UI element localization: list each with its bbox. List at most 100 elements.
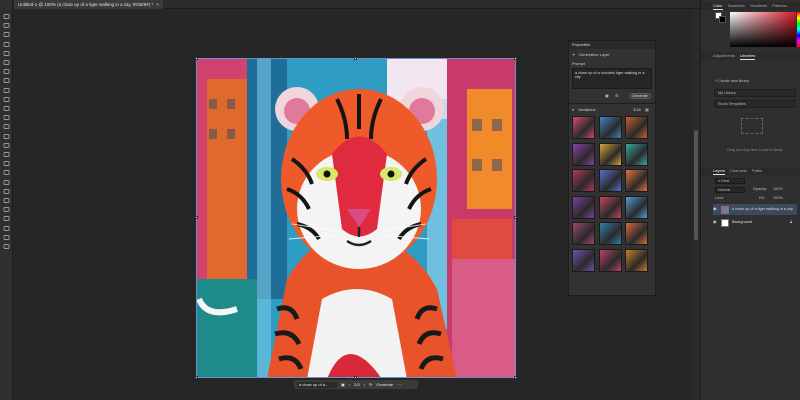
tab-adjustments[interactable]: Adjustments	[713, 52, 735, 60]
transform-handle-bottom-left[interactable]	[195, 376, 198, 379]
generated-tiger-image[interactable]	[196, 58, 516, 378]
background-color-swatch[interactable]	[719, 16, 726, 23]
tab-patterns[interactable]: Patterns	[772, 2, 787, 10]
visibility-eye-icon[interactable]: ◉	[713, 217, 716, 228]
properties-generate-button[interactable]: Generate	[629, 93, 651, 99]
variation-thumbnail[interactable]	[572, 195, 595, 219]
transform-handle-left[interactable]	[195, 216, 198, 219]
transform-handle-bottom[interactable]	[354, 376, 357, 379]
variation-thumbnail[interactable]	[598, 116, 622, 139]
variation-thumbnail[interactable]	[572, 169, 595, 192]
library-item-my-library[interactable]: My Library	[714, 89, 796, 97]
clone-tool-icon[interactable]	[3, 106, 10, 111]
chevron-left-icon[interactable]: ‹	[349, 382, 350, 387]
variation-thumbnail[interactable]	[598, 195, 622, 219]
tab-libraries[interactable]: Libraries	[740, 52, 756, 60]
create-library-button[interactable]: + Create new library	[715, 79, 749, 83]
variation-thumbnail[interactable]	[598, 222, 622, 245]
document-tab[interactable]: Untitled-1 @ 100% (a close up of a tiger…	[14, 0, 163, 9]
crop-tool-icon[interactable]	[3, 60, 10, 65]
lasso-tool-icon[interactable]	[3, 41, 10, 47]
variation-thumbnail[interactable]	[598, 248, 622, 272]
variations-label: Variations	[578, 107, 596, 112]
healing-tool-icon[interactable]	[3, 87, 10, 93]
generative-layer-icon: ✦	[572, 53, 576, 57]
task-prompt-input[interactable]: a close up of a...	[297, 381, 337, 388]
prompt-textarea[interactable]: a close up of a colourful tiger walking …	[572, 68, 652, 89]
transform-handle-bottom-right[interactable]	[514, 376, 517, 379]
tiger-artwork	[197, 59, 515, 377]
dodge-tool-icon[interactable]	[3, 152, 10, 157]
variation-thumbnail[interactable]	[625, 116, 648, 139]
fill-field[interactable]: 100%	[773, 196, 783, 200]
tab-color[interactable]: Color	[713, 2, 723, 10]
image-icon[interactable]: ▣	[605, 93, 609, 98]
eyedropper-tool-icon[interactable]	[3, 78, 10, 84]
layer-name[interactable]: Background	[732, 217, 752, 228]
variation-thumbnail[interactable]	[625, 142, 648, 166]
more-options-icon[interactable]: ···	[397, 382, 401, 387]
hand-tool-icon[interactable]	[3, 198, 10, 203]
layer-filter-select[interactable]: ⌕ Kind	[715, 178, 745, 184]
move-tool-icon[interactable]	[3, 14, 10, 19]
screen-mode-tool-icon[interactable]	[3, 244, 10, 249]
type-tool-icon[interactable]	[3, 170, 10, 176]
scrollbar-thumb[interactable]	[694, 130, 698, 240]
variation-thumbnail[interactable]	[598, 169, 622, 192]
variation-thumbnail[interactable]	[625, 169, 648, 192]
more-tool-icon[interactable]	[3, 216, 10, 222]
variation-thumbnail[interactable]	[598, 142, 622, 166]
blend-mode-select[interactable]: Normal	[715, 187, 745, 193]
settings-icon[interactable]: ⚙	[615, 93, 618, 98]
transform-handle-top-right[interactable]	[514, 57, 517, 60]
variation-thumbnail[interactable]	[572, 222, 595, 245]
tab-channels[interactable]: Channels	[730, 167, 747, 175]
zoom-tool-icon[interactable]	[3, 207, 10, 213]
quick-mask-tool-icon[interactable]	[3, 234, 10, 240]
eraser-tool-icon[interactable]	[3, 124, 10, 130]
blur-tool-icon[interactable]	[3, 142, 10, 148]
opacity-field[interactable]: 100%	[773, 187, 783, 191]
properties-title: Properties	[569, 41, 655, 49]
color-picker-field[interactable]	[730, 12, 796, 47]
canvas-scrollbar[interactable]	[693, 10, 699, 400]
history-brush-tool-icon[interactable]	[3, 115, 10, 121]
pen-tool-icon[interactable]	[3, 161, 10, 167]
fg-bg-colors-tool-icon[interactable]	[3, 225, 10, 231]
marquee-tool-icon[interactable]	[3, 32, 10, 38]
library-item-stock-templates[interactable]: Stock Templates	[714, 100, 796, 108]
tab-paths[interactable]: Paths	[752, 167, 762, 175]
variation-thumbnail[interactable]	[625, 222, 648, 245]
taskbar-generate-button[interactable]: Generate	[376, 382, 393, 387]
object-select-tool-icon[interactable]	[3, 50, 10, 56]
chevron-right-icon[interactable]: ›	[364, 382, 365, 387]
variation-thumbnail[interactable]	[572, 248, 595, 272]
variations-grid	[572, 116, 652, 296]
image-icon[interactable]: ▣	[341, 382, 345, 387]
variation-thumbnail[interactable]	[572, 142, 595, 166]
path-select-tool-icon[interactable]	[3, 179, 10, 185]
transform-handle-top[interactable]	[354, 57, 357, 60]
rectangle-tool-icon[interactable]	[3, 188, 10, 194]
artboard-tool-icon[interactable]	[3, 23, 10, 29]
brush-tool-icon[interactable]	[3, 96, 10, 102]
tab-gradients[interactable]: Gradients	[750, 2, 767, 10]
variation-thumbnail[interactable]	[625, 248, 648, 272]
document-tab-title: Untitled-1 @ 100% (a close up of a tiger…	[18, 2, 154, 7]
close-icon[interactable]: ×	[156, 0, 159, 9]
layer-row-background[interactable]: ◉ Background 🔒︎	[713, 217, 797, 228]
gradient-tool-icon[interactable]	[3, 133, 10, 139]
frame-tool-icon[interactable]	[3, 69, 10, 75]
variation-thumbnail[interactable]	[572, 116, 595, 139]
grid-view-icon[interactable]: ▦	[645, 107, 649, 112]
layer-row-generative[interactable]: ◉ a close up of a tiger walking in a cit…	[713, 204, 797, 215]
transform-handle-right[interactable]	[514, 216, 517, 219]
variation-thumbnail[interactable]	[625, 195, 648, 219]
chevron-down-icon[interactable]: ▾	[572, 107, 574, 112]
visibility-eye-icon[interactable]: ◉	[713, 204, 716, 215]
transform-handle-top-left[interactable]	[195, 57, 198, 60]
tab-swatches[interactable]: Swatches	[728, 2, 745, 10]
layer-name[interactable]: a close up of a tiger walking in a city	[732, 204, 796, 215]
tab-layers[interactable]: Layers	[713, 167, 726, 175]
search-icon: ⌕	[718, 179, 721, 183]
